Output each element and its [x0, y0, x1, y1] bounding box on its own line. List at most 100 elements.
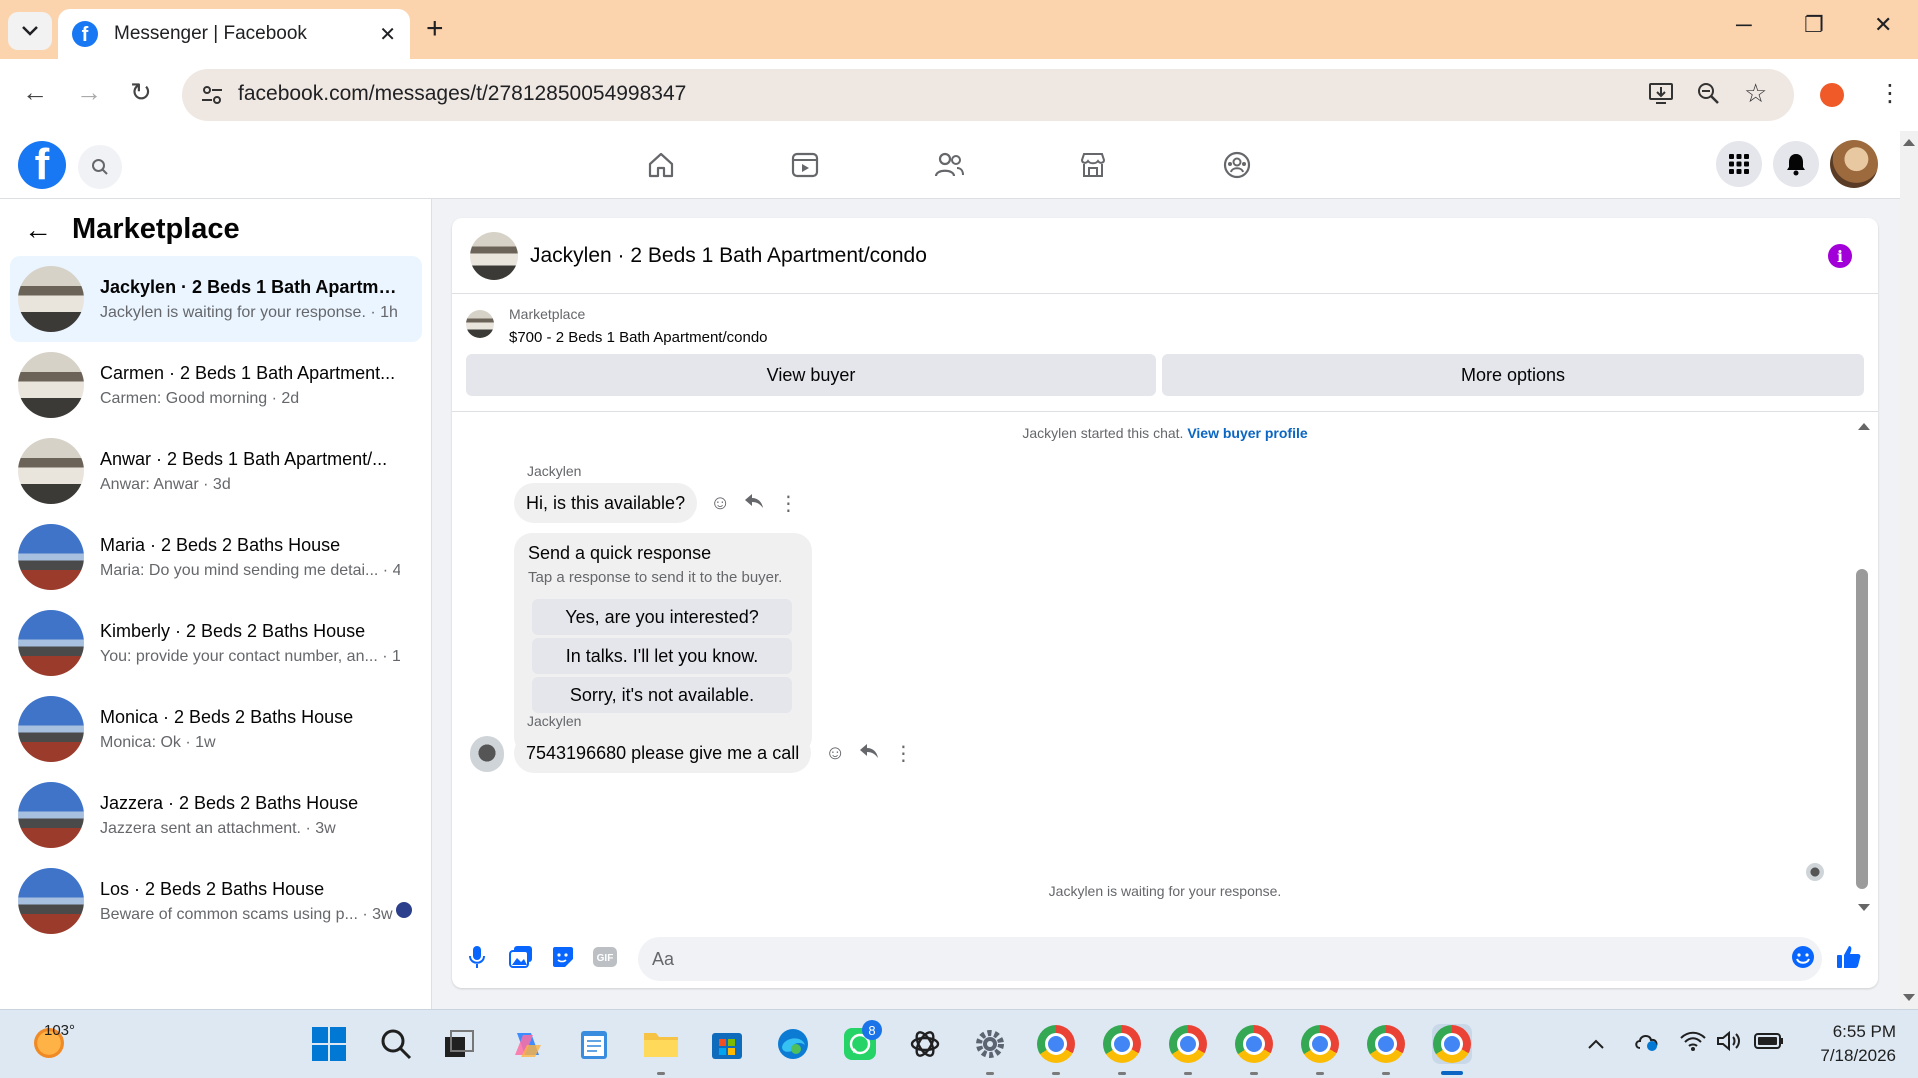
more-icon[interactable]: ⋮ [778, 491, 798, 516]
video-icon[interactable] [787, 147, 823, 183]
chrome-icon[interactable] [1102, 1024, 1142, 1064]
conversation-item[interactable]: Jazzera · 2 Beds 2 Baths House Jazzera s… [10, 772, 422, 858]
scroll-thumb[interactable] [1856, 569, 1868, 889]
conversation-snippet: Carmen: Good morning · 2d [100, 389, 300, 407]
back-icon[interactable]: ← [22, 77, 48, 108]
conversation-item[interactable]: Anwar · 2 Beds 1 Bath Apartment/... Anwa… [10, 428, 422, 514]
wifi-icon[interactable] [1680, 1030, 1706, 1058]
browser-tab[interactable]: f Messenger | Facebook ✕ [58, 9, 410, 59]
search-icon[interactable] [376, 1024, 416, 1064]
conversation-item[interactable]: Los · 2 Beds 2 Baths House Beware of com… [10, 858, 422, 944]
microphone-icon[interactable] [464, 944, 490, 970]
copilot-icon[interactable] [508, 1024, 548, 1064]
gif-icon[interactable]: GIF [592, 944, 618, 970]
conversation-item[interactable]: Jackylen · 2 Beds 1 Bath Apartmen... Jac… [10, 256, 422, 342]
conversation-item[interactable]: Maria · 2 Beds 2 Baths House Maria: Do y… [10, 514, 422, 600]
close-window-button[interactable]: ✕ [1874, 12, 1892, 38]
conversation-item[interactable]: Kimberly · 2 Beds 2 Baths House You: pro… [10, 600, 422, 686]
emoji-icon[interactable] [1790, 944, 1816, 970]
quick-response-not-available[interactable]: Sorry, it's not available. [532, 677, 792, 713]
scroll-down-icon[interactable] [1857, 903, 1871, 913]
minimize-button[interactable]: ─ [1736, 12, 1752, 38]
restore-button[interactable]: ❐ [1804, 12, 1824, 38]
scroll-up-icon[interactable] [1857, 421, 1871, 431]
listing-thumbnail [18, 266, 84, 332]
view-buyer-profile-link[interactable]: View buyer profile [1187, 425, 1307, 441]
page-scrollbar[interactable] [1900, 131, 1918, 1009]
account-avatar[interactable] [1830, 140, 1878, 188]
message-sender: Jackylen [527, 463, 582, 479]
chrome-icon-active[interactable] [1432, 1024, 1472, 1064]
chrome-icon[interactable] [1234, 1024, 1274, 1064]
settings-gear-icon[interactable] [970, 1024, 1010, 1064]
groups-icon[interactable] [1219, 147, 1255, 183]
home-icon[interactable] [643, 147, 679, 183]
scroll-down-icon[interactable] [1902, 993, 1916, 1003]
conversation-item[interactable]: Carmen · 2 Beds 1 Bath Apartment... Carm… [10, 342, 422, 428]
quick-response-in-talks[interactable]: In talks. I'll let you know. [532, 638, 792, 674]
listing-thumbnail [18, 610, 84, 676]
chat-title[interactable]: Jackylen · 2 Beds 1 Bath Apartment/condo [530, 244, 927, 268]
browser-toolbar: ← → ↻ facebook.com/messages/t/2781285005… [0, 59, 1918, 131]
react-icon[interactable]: ☺ [710, 492, 730, 515]
quick-response-yes[interactable]: Yes, are you interested? [532, 599, 792, 635]
file-explorer-icon[interactable] [641, 1024, 681, 1064]
extension-icon[interactable] [1820, 83, 1844, 107]
battery-icon[interactable] [1754, 1030, 1784, 1056]
system-clock[interactable]: 6:55 PM 7/18/2026 [1808, 1020, 1896, 1068]
friends-icon[interactable] [931, 147, 967, 183]
more-options-button[interactable]: More options [1162, 354, 1864, 396]
chatgpt-icon[interactable] [905, 1024, 945, 1064]
reply-icon[interactable] [859, 742, 879, 765]
sender-avatar[interactable] [470, 736, 504, 770]
notifications-button[interactable] [1773, 141, 1819, 187]
message-input[interactable] [638, 937, 1822, 981]
back-arrow-icon[interactable]: ← [24, 214, 52, 246]
photo-icon[interactable] [508, 944, 534, 970]
info-icon[interactable]: i [1828, 244, 1852, 268]
show-hidden-icons-icon[interactable] [1587, 1030, 1605, 1056]
scroll-up-icon[interactable] [1902, 137, 1916, 147]
edge-icon[interactable] [773, 1024, 813, 1064]
zoom-icon[interactable] [1696, 81, 1720, 112]
browser-menu-icon[interactable]: ⋮ [1878, 79, 1902, 108]
reload-icon[interactable]: ↻ [130, 77, 152, 108]
reply-icon[interactable] [744, 492, 764, 515]
notepad-icon[interactable] [574, 1024, 614, 1064]
chrome-icon[interactable] [1168, 1024, 1208, 1064]
conversation-item[interactable]: Monica · 2 Beds 2 Baths House Monica: Ok… [10, 686, 422, 772]
conversation-name: Jazzera · 2 Beds 2 Baths House [100, 792, 359, 813]
microsoft-store-icon[interactable] [707, 1024, 747, 1064]
chrome-icon[interactable] [1366, 1024, 1406, 1064]
conversation-name: Carmen · 2 Beds 1 Bath Apartment... [100, 362, 396, 383]
site-settings-icon[interactable] [198, 81, 226, 109]
close-tab-icon[interactable]: ✕ [379, 22, 396, 47]
install-app-icon[interactable] [1648, 81, 1674, 112]
task-view-icon[interactable] [439, 1024, 479, 1064]
marketplace-icon[interactable] [1075, 147, 1111, 183]
message-bubble[interactable]: 7543196680 please give me a call [514, 733, 812, 773]
react-icon[interactable]: ☺ [825, 742, 845, 765]
menu-grid-button[interactable] [1716, 141, 1762, 187]
volume-icon[interactable] [1716, 1030, 1742, 1058]
address-bar[interactable]: facebook.com/messages/t/2781285005499834… [182, 69, 1794, 121]
facebook-logo-icon[interactable]: f [18, 141, 66, 189]
view-buyer-button[interactable]: View buyer [466, 354, 1156, 396]
sticker-icon[interactable] [550, 944, 576, 970]
tab-search-button[interactable] [8, 12, 52, 50]
more-icon[interactable]: ⋮ [893, 741, 913, 766]
listing-title[interactable]: $700 - 2 Beds 1 Bath Apartment/condo [509, 329, 768, 346]
chat-avatar[interactable] [470, 231, 518, 280]
bookmark-star-icon[interactable]: ☆ [1744, 78, 1767, 109]
message-bubble[interactable]: Hi, is this available? [514, 483, 698, 523]
search-button[interactable] [78, 145, 122, 189]
start-icon[interactable] [309, 1024, 349, 1064]
thread-scrollbar[interactable] [1856, 413, 1871, 921]
forward-icon[interactable]: → [76, 77, 102, 108]
sidebar-header: ← Marketplace [24, 213, 240, 246]
chrome-icon[interactable] [1036, 1024, 1076, 1064]
cloud-sync-icon[interactable] [1634, 1030, 1660, 1058]
like-button[interactable] [1836, 944, 1862, 970]
new-tab-button[interactable]: + [426, 14, 444, 44]
chrome-icon[interactable] [1300, 1024, 1340, 1064]
